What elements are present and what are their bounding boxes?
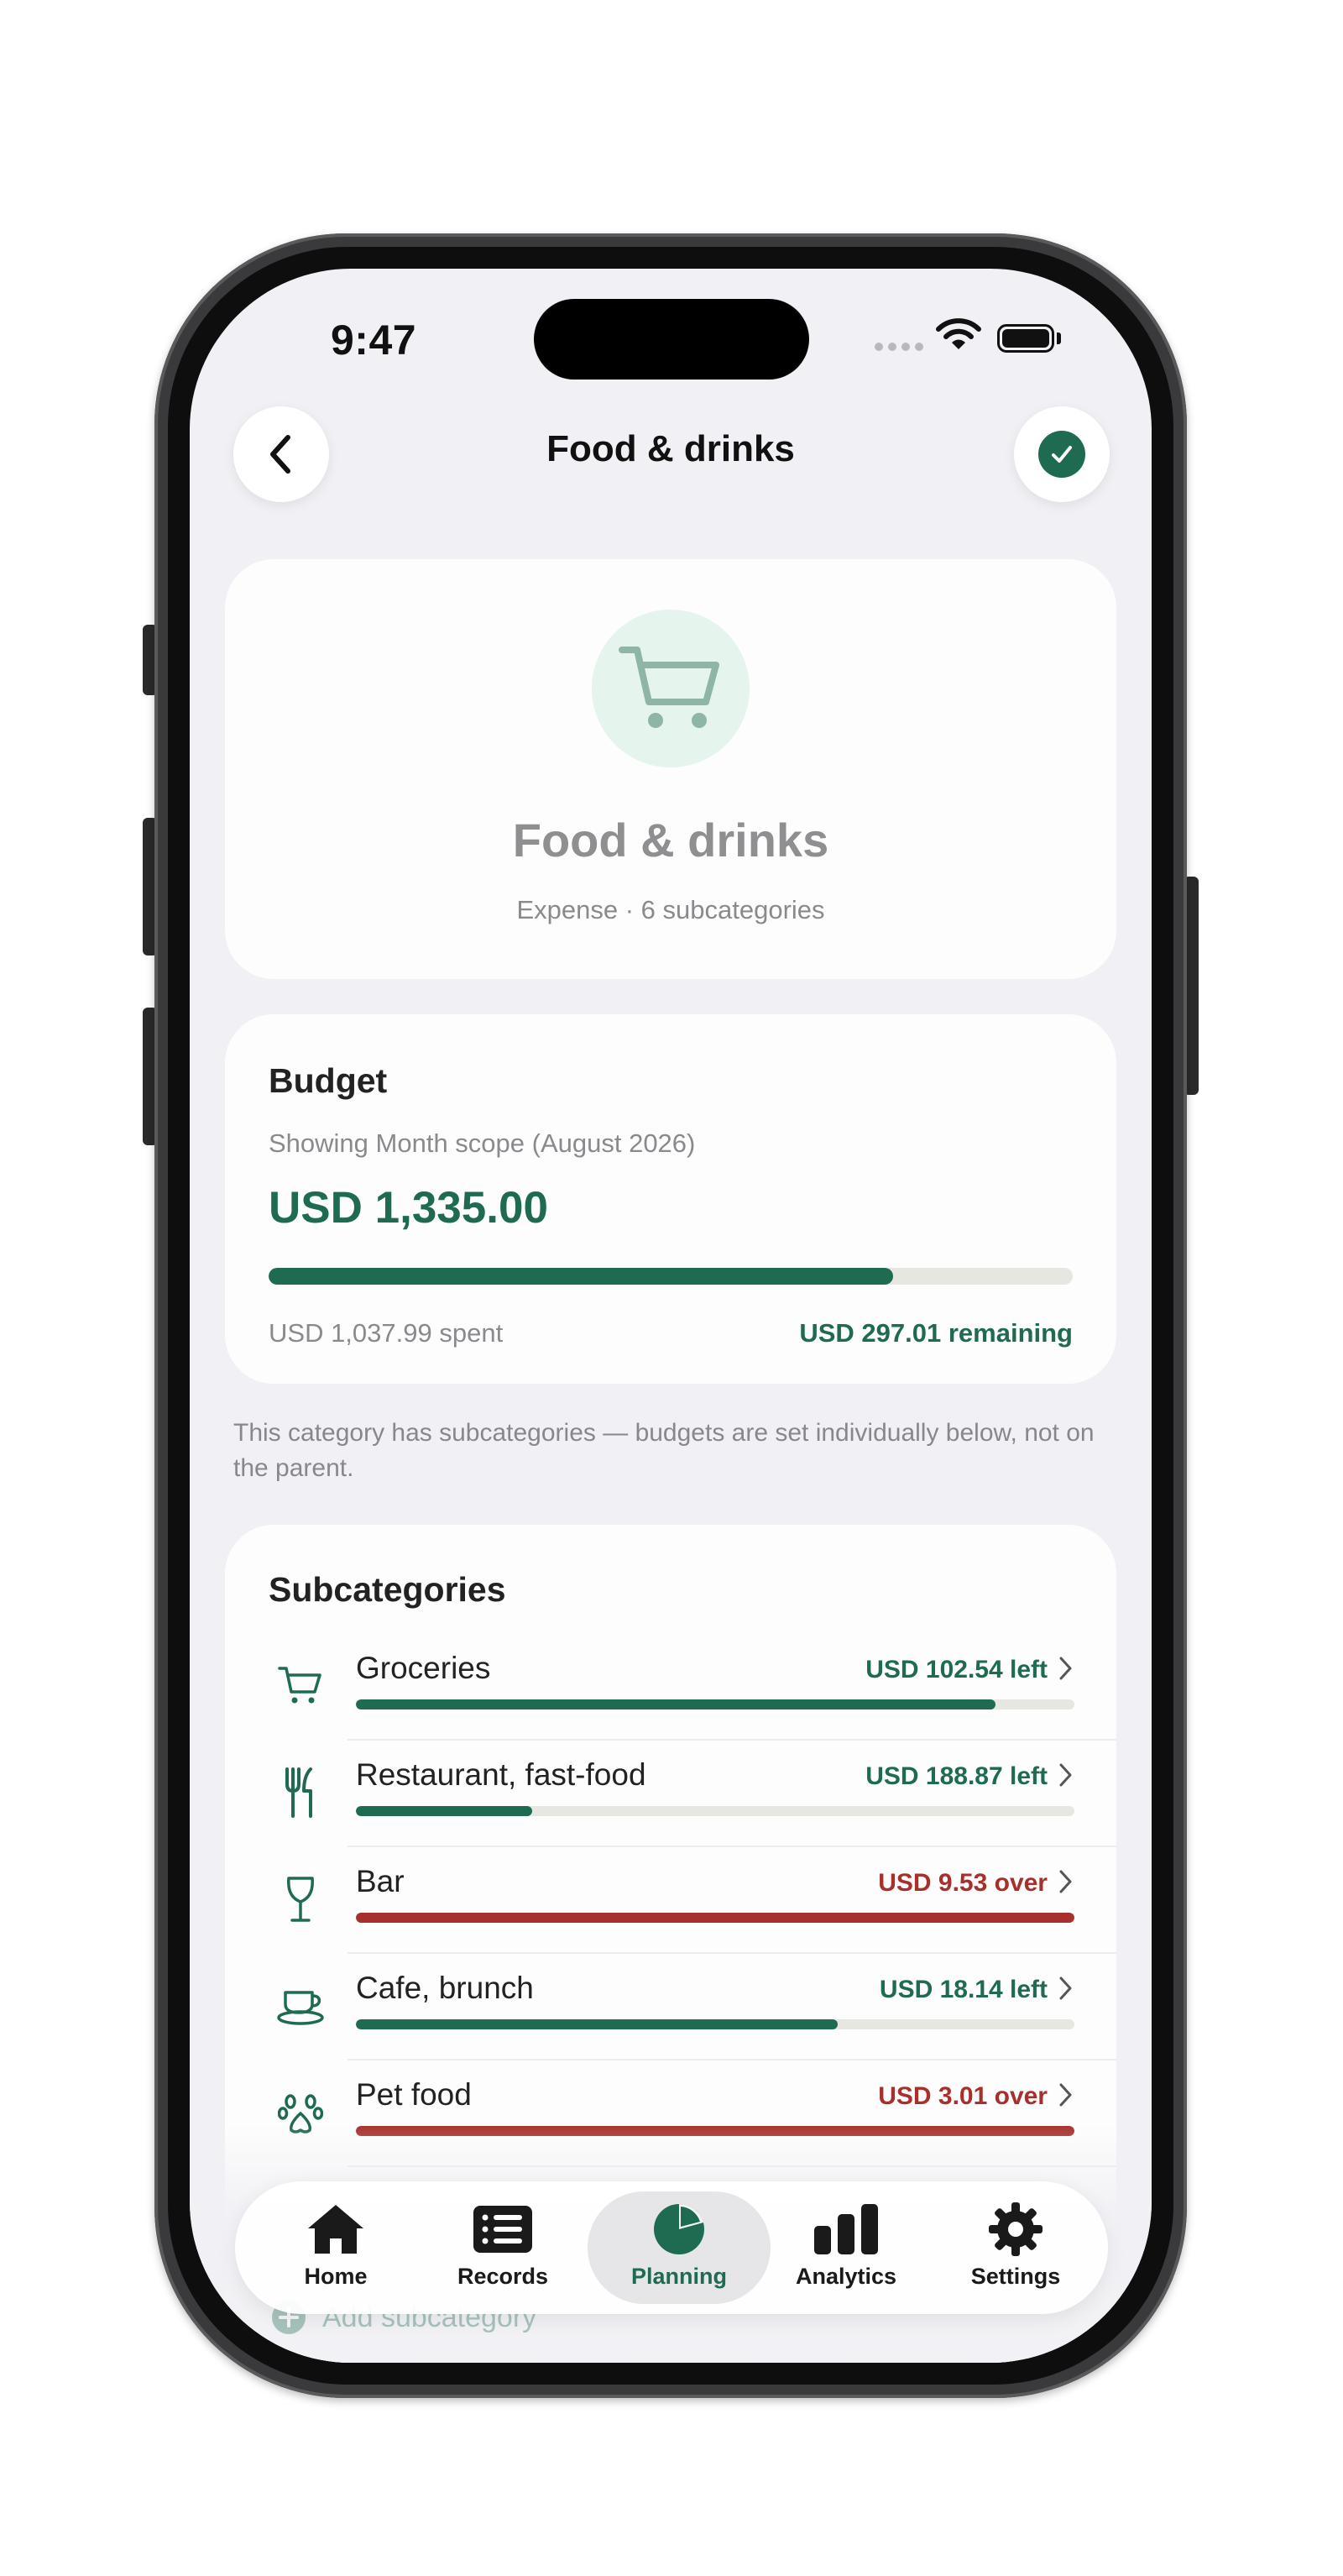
subcategory-status: USD 188.87 left xyxy=(865,1762,1048,1790)
subcategory-progress-bar xyxy=(356,1806,532,1816)
gear-icon xyxy=(932,2200,1100,2259)
app-screen: 9:47 Food & drinks Food & drinks Expense… xyxy=(190,269,1152,2363)
subcategory-status: USD 18.14 left xyxy=(879,1976,1048,2003)
subcategory-row-restaurant[interactable]: Restaurant, fast-food USD 188.87 left xyxy=(225,1741,1116,1847)
subcategory-row-groceries[interactable]: Groceries USD 102.54 left xyxy=(225,1634,1116,1741)
page-title: Food & drinks xyxy=(546,428,795,469)
tab-label: Records xyxy=(457,2264,549,2289)
subcategory-note: This category has subcategories — budget… xyxy=(233,1419,1095,1482)
subcategory-progress-track xyxy=(356,1913,1074,1923)
budget-remaining: USD 297.01 remaining xyxy=(799,1318,1073,1348)
subcategory-progress-bar xyxy=(356,2019,838,2029)
tab-analytics[interactable]: Analytics xyxy=(762,2181,930,2314)
subcategory-status: USD 9.53 over xyxy=(878,1869,1048,1897)
category-meta: Expense · 6 subcategories xyxy=(516,895,825,924)
tab-label: Home xyxy=(304,2264,368,2289)
subcategory-name: Pet food xyxy=(356,2077,472,2112)
subcategory-progress-bar xyxy=(356,1913,1074,1923)
subcategory-name: Groceries xyxy=(356,1651,491,1685)
tab-settings[interactable]: Settings xyxy=(932,2181,1100,2314)
category-header-card: Food & drinks Expense · 6 subcategories xyxy=(225,559,1116,979)
subcategory-name: Cafe, brunch xyxy=(356,1971,534,2005)
cellular-signal-icon xyxy=(875,343,923,351)
chevron-right-icon xyxy=(1058,1654,1074,1687)
subcategory-progress-bar xyxy=(356,1699,995,1709)
chevron-right-icon xyxy=(1058,1974,1074,2007)
wifi-icon xyxy=(935,316,982,357)
budget-title: Budget xyxy=(269,1061,388,1100)
shopping-cart-icon xyxy=(592,610,750,767)
budget-spent: USD 1,037.99 spent xyxy=(269,1318,504,1348)
subcategory-status: USD 3.01 over xyxy=(878,2082,1048,2110)
tab-label: Analytics xyxy=(795,2264,897,2289)
coffee-cup-icon xyxy=(270,1976,331,2036)
subcategories-title: Subcategories xyxy=(269,1570,506,1609)
tab-bar: Home Records Planning Analytics Settings xyxy=(235,2181,1108,2314)
category-name: Food & drinks xyxy=(512,814,829,867)
tab-home[interactable]: Home xyxy=(252,2181,420,2314)
confirm-button[interactable] xyxy=(1014,406,1110,502)
pie-chart-icon xyxy=(588,2200,771,2259)
tab-planning[interactable]: Planning xyxy=(588,2191,771,2304)
subcategory-progress-track xyxy=(356,2019,1074,2029)
budget-progress-track xyxy=(269,1268,1073,1285)
fork-knife-icon xyxy=(270,1762,331,1823)
checkmark-icon xyxy=(1038,431,1085,478)
tab-records[interactable]: Records xyxy=(419,2181,587,2314)
status-time: 9:47 xyxy=(331,317,417,364)
budget-progress-bar xyxy=(269,1268,894,1285)
wine-glass-icon xyxy=(270,1869,331,1929)
bar-chart-icon xyxy=(762,2200,930,2259)
chevron-right-icon xyxy=(1058,1867,1074,1900)
budget-card: Budget Showing Month scope (August 2026)… xyxy=(225,1014,1116,1384)
budget-amount: USD 1,335.00 xyxy=(269,1183,548,1233)
tab-label: Settings xyxy=(970,2264,1061,2289)
subcategory-progress-track xyxy=(356,1699,1074,1709)
chevron-right-icon xyxy=(1058,1761,1074,1793)
tab-label: Planning xyxy=(631,2264,727,2289)
home-icon xyxy=(252,2200,420,2259)
battery-icon xyxy=(997,324,1054,353)
subcategory-progress-track xyxy=(356,1806,1074,1816)
subcategory-row-cafe[interactable]: Cafe, brunch USD 18.14 left xyxy=(225,1954,1116,2060)
battery-tip xyxy=(1057,332,1061,344)
dynamic-island xyxy=(534,299,809,380)
shopping-cart-icon xyxy=(270,1656,331,1716)
chevron-right-icon xyxy=(1058,2081,1074,2113)
list-icon xyxy=(419,2200,587,2259)
subcategory-status: USD 102.54 left xyxy=(865,1656,1048,1683)
subcategory-row-bar[interactable]: Bar USD 9.53 over xyxy=(225,1847,1116,1954)
subcategory-name: Restaurant, fast-food xyxy=(356,1757,646,1792)
subcategory-name: Bar xyxy=(356,1864,405,1898)
budget-scope: Showing Month scope (August 2026) xyxy=(269,1128,696,1158)
